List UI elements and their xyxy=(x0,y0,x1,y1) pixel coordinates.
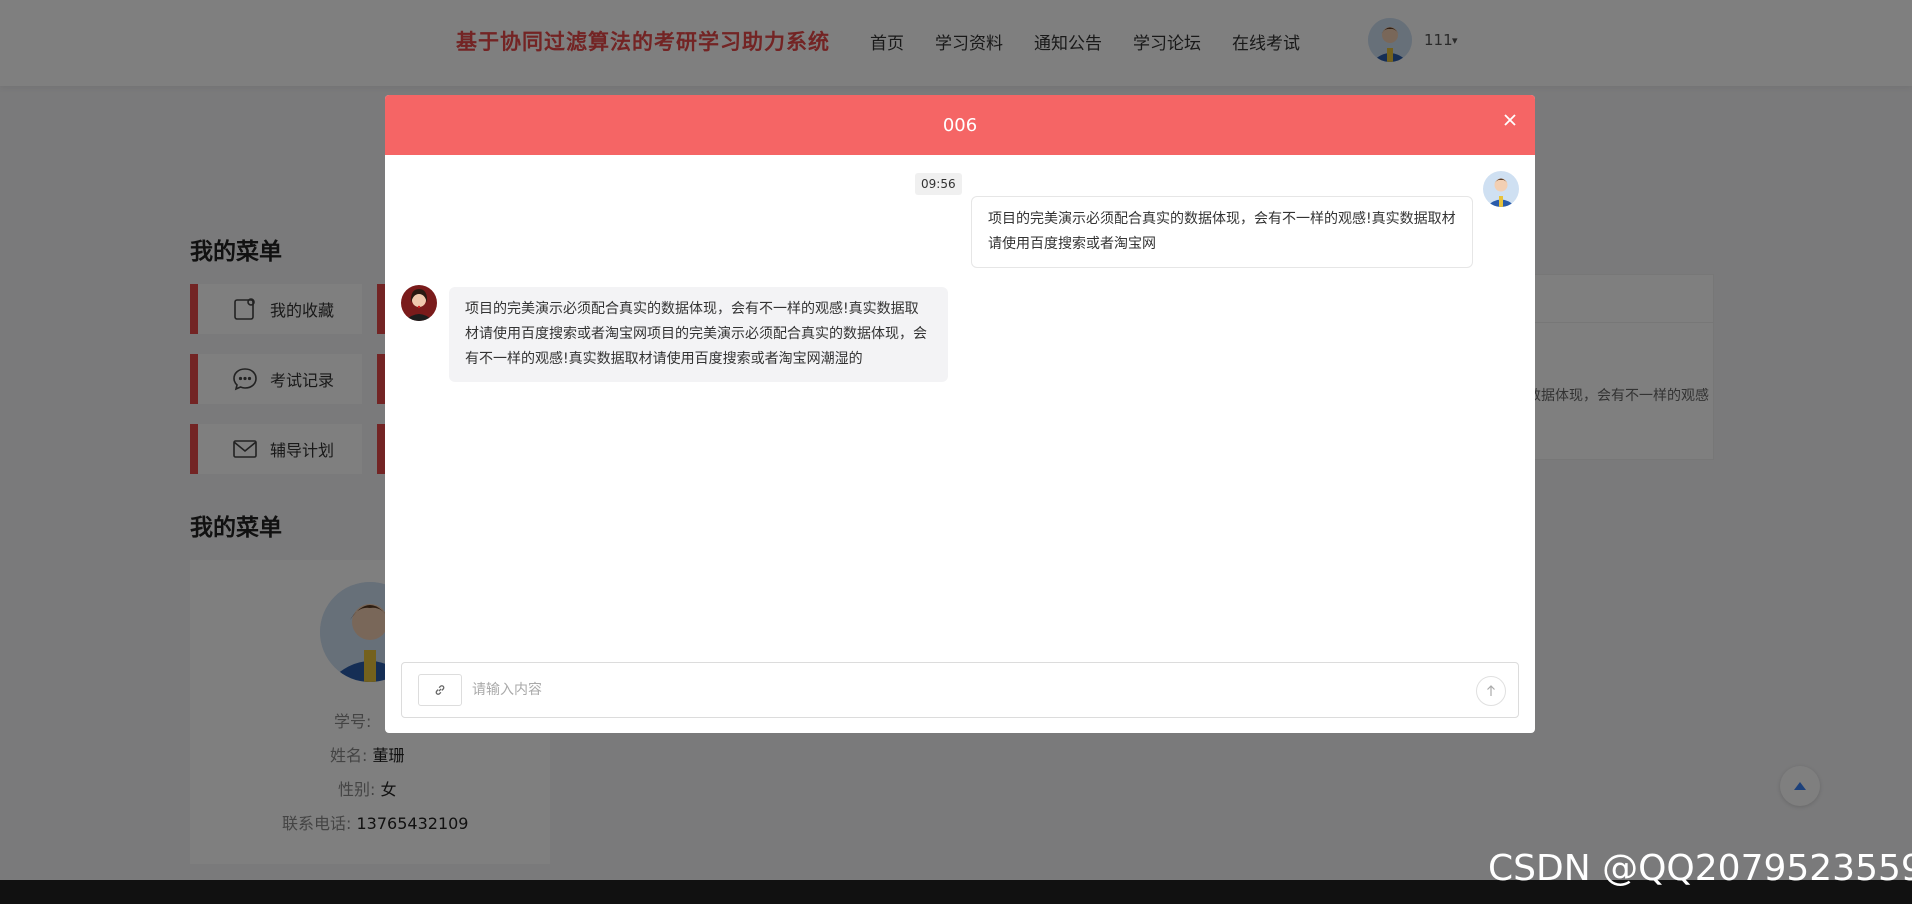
message-composer xyxy=(401,662,1519,718)
message-bubble-received: 项目的完美演示必须配合真实的数据体现，会有不一样的观感!真实数据取材请使用百度搜… xyxy=(449,287,948,382)
my-avatar xyxy=(1483,171,1519,207)
arrow-up-icon xyxy=(1487,685,1495,696)
chat-dialog: 006 09:56 项目的完美演示必须配合真实的数据体现，会有不一样的观感!真实… xyxy=(385,95,1535,733)
chat-dialog-header: 006 xyxy=(385,95,1535,155)
close-button[interactable] xyxy=(1495,105,1525,135)
chat-dialog-title: 006 xyxy=(942,114,978,136)
message-bubble-sent: 项目的完美演示必须配合真实的数据体现，会有不一样的观感!真实数据取材请使用百度搜… xyxy=(971,196,1473,268)
link-icon xyxy=(435,685,445,695)
close-icon xyxy=(1504,114,1516,126)
watermark: CSDN @QQ2079523559 xyxy=(1488,848,1912,889)
message-input[interactable] xyxy=(472,675,1432,705)
attach-button[interactable] xyxy=(418,674,462,706)
message-timestamp: 09:56 xyxy=(915,173,962,195)
contact-avatar xyxy=(401,285,437,321)
send-button[interactable] xyxy=(1476,676,1506,706)
